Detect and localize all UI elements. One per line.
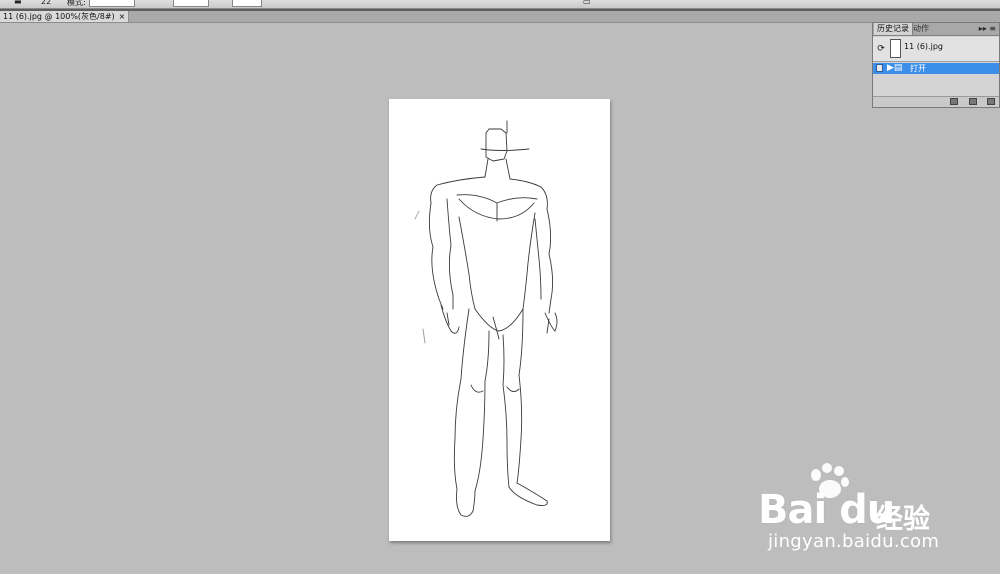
mode-select[interactable]	[89, 0, 135, 7]
watermark-brand: Bai du	[758, 487, 895, 533]
baidu-jingyan-watermark: Bai du 经验 jingyan.baidu.com	[758, 463, 948, 573]
tab-history[interactable]: 历史记录	[874, 23, 913, 35]
opacity-field[interactable]	[173, 0, 209, 7]
panel-menu-icon[interactable]: ▸▸ ≡	[979, 23, 996, 35]
history-brush-source-icon[interactable]: ⟳	[876, 44, 886, 54]
tool-preset-icon[interactable]: ▬	[14, 0, 22, 6]
new-document-from-state-icon[interactable]	[950, 98, 958, 105]
tolerance-value: 22	[41, 0, 52, 6]
history-state-open[interactable]: ▶▤ 打开	[873, 63, 999, 74]
watermark-url: jingyan.baidu.com	[768, 531, 940, 552]
close-tab-icon[interactable]: ×	[119, 12, 126, 21]
history-panel: 历史记录 动作 ▸▸ ≡ ⟳ 11 (6).jpg ▶▤ 打开	[872, 22, 1000, 108]
tab-actions[interactable]: 动作	[910, 23, 932, 35]
mode-label: 模式:	[67, 0, 86, 7]
history-state-label: 打开	[910, 64, 926, 73]
document-canvas[interactable]	[389, 99, 610, 541]
create-snapshot-icon[interactable]	[969, 98, 977, 105]
trash-icon[interactable]	[987, 98, 995, 105]
history-snapshot-row[interactable]: ⟳ 11 (6).jpg	[873, 37, 999, 62]
document-tab-title: 11 (6).jpg @ 100%(灰色/8#)	[3, 12, 115, 21]
figure-sketch-image	[414, 120, 558, 517]
document-tab-bar: 11 (6).jpg @ 100%(灰色/8#) ×	[0, 11, 1000, 23]
snapshot-name: 11 (6).jpg	[904, 42, 943, 51]
airbrush-icon[interactable]: ▭	[583, 0, 591, 6]
history-panel-footer	[873, 96, 999, 107]
snapshot-thumbnail	[890, 39, 901, 58]
history-panel-tabs: 历史记录 动作 ▸▸ ≡	[873, 23, 999, 36]
flow-field[interactable]	[232, 0, 262, 7]
options-bar: ▬ 22 模式: ▭	[0, 0, 1000, 9]
document-tab[interactable]: 11 (6).jpg @ 100%(灰色/8#) ×	[0, 11, 130, 22]
history-brush-source-checkbox[interactable]	[876, 64, 883, 72]
open-state-icon: ▶▤	[887, 63, 903, 73]
